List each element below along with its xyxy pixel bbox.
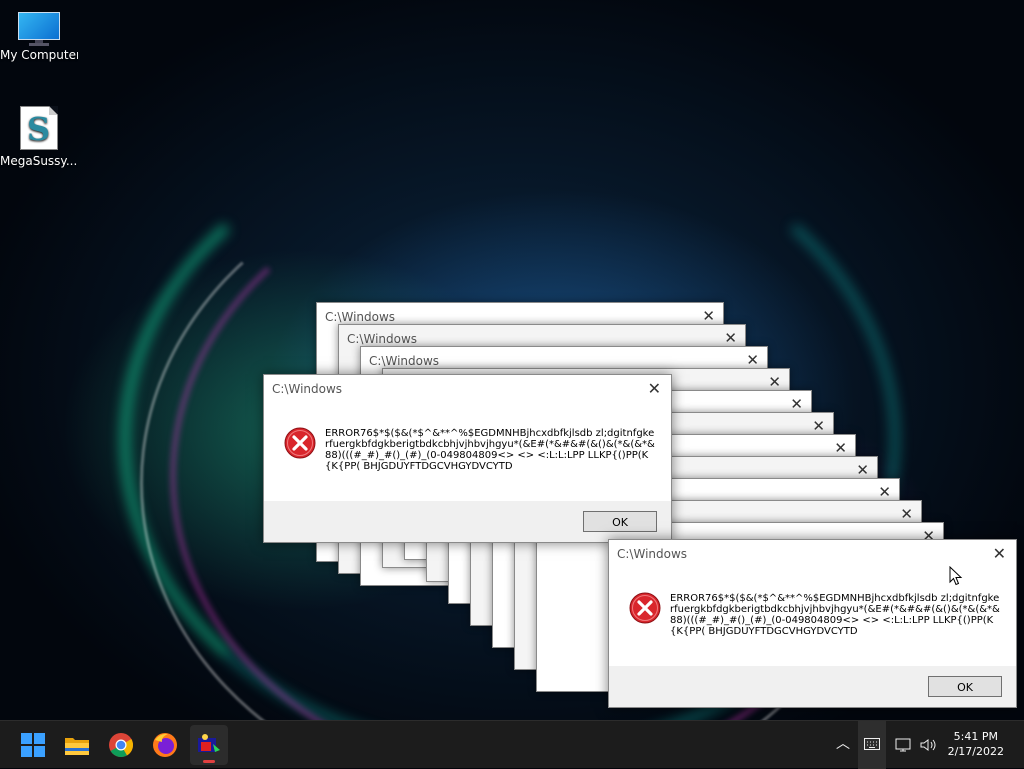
dialog-title: C:\Windows (369, 354, 440, 368)
close-button[interactable]: ✕ (993, 545, 1006, 563)
dialog-titlebar[interactable]: C:\Windows ✕ (264, 375, 671, 405)
error-icon (629, 592, 661, 624)
clock-date: 2/17/2022 (947, 745, 1004, 758)
close-button[interactable]: ✕ (702, 307, 715, 325)
network-icon[interactable] (895, 737, 913, 753)
desktop-icon-my-computer[interactable]: My Computer (0, 12, 78, 62)
start-icon[interactable] (18, 730, 48, 760)
desktop: My Computer S MegaSussy.... C:\Windows ✕ C… (0, 0, 1024, 720)
desktop-icon-megasussy[interactable]: S MegaSussy.... (0, 106, 78, 168)
close-button[interactable]: ✕ (812, 417, 825, 435)
error-message: ERROR76$*$($&(*$^&**^%$EGDMNHBjhcxdbfkjl… (670, 593, 1000, 637)
close-button[interactable]: ✕ (648, 380, 661, 398)
ok-button[interactable]: OK (583, 511, 657, 532)
file-explorer-icon[interactable] (62, 730, 92, 760)
tray-keyboard-highlight[interactable] (858, 721, 886, 769)
active-app-highlight[interactable] (190, 725, 228, 765)
keyboard-icon (864, 738, 880, 750)
malware-app-icon (198, 734, 220, 752)
desktop-icon-label: My Computer (0, 48, 78, 62)
error-message: ERROR76$*$($&(*$^&**^%$EGDMNHBjhcxdbfkjl… (325, 428, 655, 472)
taskbar: ︿ 5:41 PM 2/17/2022 (0, 720, 1024, 769)
dialog-title: C:\Windows (272, 382, 343, 396)
desktop-icon-label: MegaSussy.... (0, 154, 78, 168)
ok-button[interactable]: OK (928, 676, 1002, 697)
close-button[interactable]: ✕ (768, 373, 781, 391)
error-dialog[interactable]: C:\Windows ✕ ERROR76$*$($&(*$^&**^%$EGDM… (608, 539, 1017, 708)
system-clock[interactable]: 5:41 PM 2/17/2022 (948, 729, 1004, 759)
chevron-up-icon[interactable]: ︿ (836, 733, 850, 753)
close-button[interactable]: ✕ (856, 461, 869, 479)
close-button[interactable]: ✕ (900, 505, 913, 523)
dialog-body: ERROR76$*$($&(*$^&**^%$EGDMNHBjhcxdbfkjl… (264, 405, 671, 501)
firefox-icon[interactable] (150, 730, 180, 760)
active-indicator (203, 760, 215, 763)
chrome-icon[interactable] (106, 730, 136, 760)
dialog-title: C:\Windows (347, 332, 418, 346)
clock-time: 5:41 PM (953, 730, 998, 743)
close-button[interactable]: ✕ (834, 439, 847, 457)
close-button[interactable]: ✕ (724, 329, 737, 347)
mouse-cursor-icon (949, 566, 963, 586)
error-dialog[interactable]: C:\Windows ✕ ERROR76$*$($&(*$^&**^%$EGDM… (263, 374, 672, 543)
volume-icon[interactable] (919, 737, 937, 753)
script-file-icon: S (20, 106, 58, 150)
close-button[interactable]: ✕ (878, 483, 891, 501)
monitor-icon (18, 12, 60, 46)
close-button[interactable]: ✕ (790, 395, 803, 413)
dialog-title: C:\Windows (617, 547, 688, 561)
close-button[interactable]: ✕ (746, 351, 759, 369)
dialog-title: C:\Windows (325, 310, 396, 324)
error-icon (284, 427, 316, 459)
